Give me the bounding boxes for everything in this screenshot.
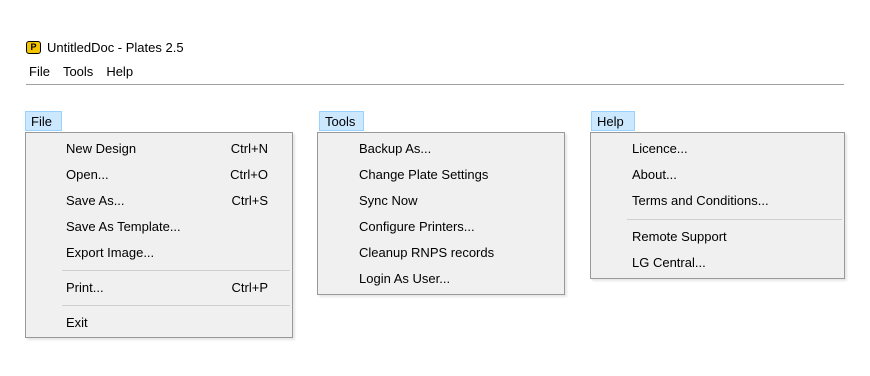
menu-item-label: LG Central... — [632, 255, 706, 270]
menu-item-cleanup-rnps-records[interactable]: Cleanup RNPS records — [318, 240, 564, 266]
menu-item-label: Backup As... — [359, 141, 432, 156]
menubar-help[interactable]: Help — [104, 63, 135, 81]
menu-item-login-as-user[interactable]: Login As User... — [318, 266, 564, 292]
help-menu: Licence... About... Terms and Conditions… — [590, 132, 845, 279]
menu-item-print[interactable]: Print... Ctrl+P — [26, 275, 292, 301]
menu-separator — [62, 305, 290, 306]
menu-item-shortcut: Ctrl+S — [231, 193, 268, 208]
menu-bar: File Tools Help — [27, 63, 135, 81]
file-menu-header[interactable]: File — [25, 111, 62, 131]
menu-item-label: New Design — [66, 141, 137, 156]
menu-item-shortcut: Ctrl+P — [231, 280, 268, 295]
help-menu-header[interactable]: Help — [591, 111, 635, 131]
menu-item-open[interactable]: Open... Ctrl+O — [26, 162, 292, 188]
menu-item-label: Sync Now — [359, 193, 418, 208]
menu-separator — [627, 219, 842, 220]
menu-item-label: Change Plate Settings — [359, 167, 489, 182]
menu-item-label: Remote Support — [632, 229, 727, 244]
menu-item-label: Licence... — [632, 141, 688, 156]
menu-item-shortcut: Ctrl+N — [230, 141, 268, 156]
menu-item-backup-as[interactable]: Backup As... — [318, 136, 564, 162]
tools-menu: Backup As... Change Plate Settings Sync … — [317, 132, 565, 295]
window-title: UntitledDoc - Plates 2.5 — [47, 39, 184, 55]
menubar-divider — [26, 84, 844, 85]
title-bar: P UntitledDoc - Plates 2.5 — [26, 38, 184, 56]
menu-item-label: Cleanup RNPS records — [359, 245, 495, 260]
file-menu: New Design Ctrl+N Open... Ctrl+O Save As… — [25, 132, 293, 338]
tools-menu-header[interactable]: Tools — [319, 111, 364, 131]
menu-item-save-as-template[interactable]: Save As Template... — [26, 214, 292, 240]
menu-item-lg-central[interactable]: LG Central... — [591, 250, 844, 276]
menu-item-label: Exit — [66, 315, 88, 330]
menubar-file[interactable]: File — [27, 63, 52, 81]
menu-item-save-as[interactable]: Save As... Ctrl+S — [26, 188, 292, 214]
menu-item-export-image[interactable]: Export Image... — [26, 240, 292, 266]
menu-item-label: Export Image... — [66, 245, 155, 260]
menu-item-label: Terms and Conditions... — [632, 193, 769, 208]
menu-item-licence[interactable]: Licence... — [591, 136, 844, 162]
app-window: P UntitledDoc - Plates 2.5 File Tools He… — [0, 0, 870, 376]
menu-separator — [62, 270, 290, 271]
menu-item-label: Configure Printers... — [359, 219, 475, 234]
menu-item-label: Open... — [66, 167, 109, 182]
menu-item-terms-and-conditions[interactable]: Terms and Conditions... — [591, 188, 844, 214]
menu-item-remote-support[interactable]: Remote Support — [591, 224, 844, 250]
menu-item-about[interactable]: About... — [591, 162, 844, 188]
menu-item-change-plate-settings[interactable]: Change Plate Settings — [318, 162, 564, 188]
menu-item-label: Save As... — [66, 193, 125, 208]
menu-item-new-design[interactable]: New Design Ctrl+N — [26, 136, 292, 162]
menu-item-exit[interactable]: Exit — [26, 310, 292, 336]
menubar-tools[interactable]: Tools — [61, 63, 95, 81]
menu-item-configure-printers[interactable]: Configure Printers... — [318, 214, 564, 240]
menu-item-label: Save As Template... — [66, 219, 181, 234]
app-logo-icon: P — [26, 40, 41, 54]
menu-item-sync-now[interactable]: Sync Now — [318, 188, 564, 214]
menu-item-label: About... — [632, 167, 677, 182]
menu-item-shortcut: Ctrl+O — [230, 167, 268, 182]
menu-item-label: Print... — [66, 280, 104, 295]
menu-item-label: Login As User... — [359, 271, 451, 286]
